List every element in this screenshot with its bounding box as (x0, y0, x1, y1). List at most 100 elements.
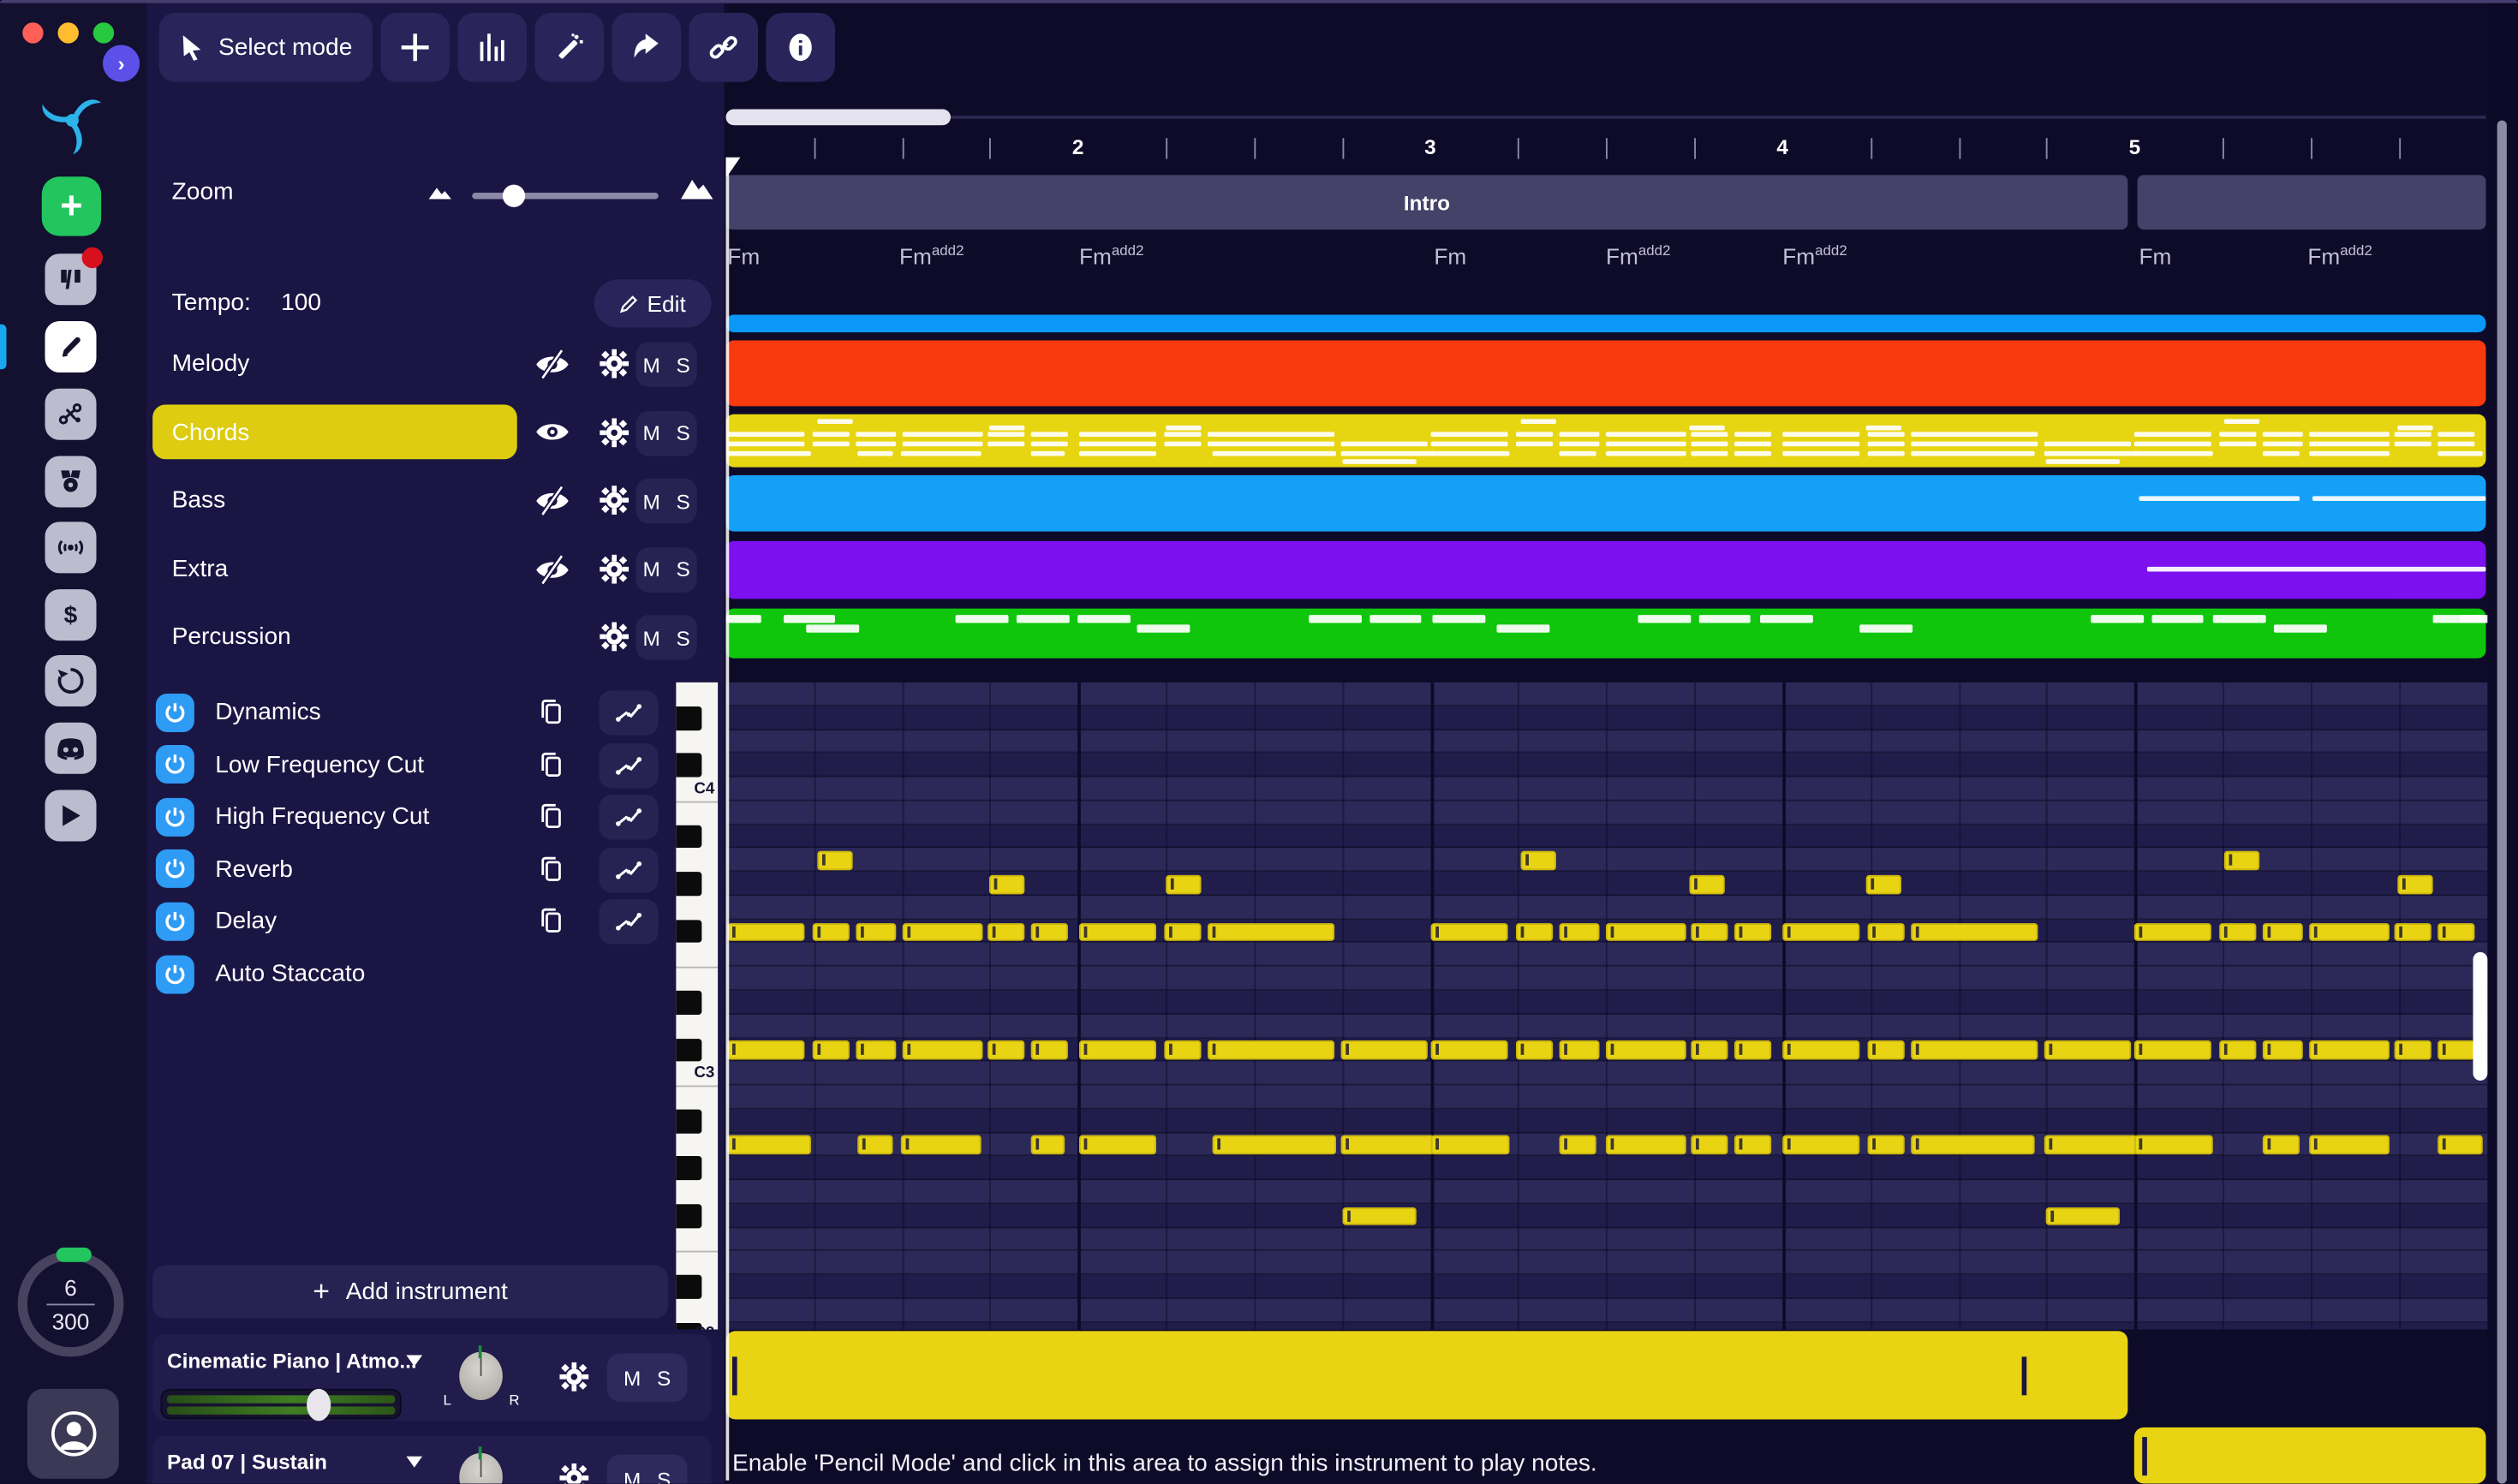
piano-roll-note[interactable] (1164, 922, 1202, 941)
piano-roll-note[interactable] (1212, 1135, 1336, 1155)
instrument-region-1[interactable] (725, 1331, 2128, 1420)
eye-off-icon[interactable] (534, 554, 570, 584)
black-key[interactable] (676, 1109, 702, 1134)
piano-roll-note[interactable] (1430, 922, 1508, 941)
piano-roll-note[interactable] (1208, 922, 1335, 941)
piano-roll-grid[interactable] (725, 682, 2488, 1330)
horizontal-scrollbar-track[interactable] (951, 116, 2486, 119)
effect-power-toggle[interactable] (155, 796, 194, 836)
piano-roll-note[interactable] (1734, 1135, 1772, 1155)
piano-roll-note[interactable] (2394, 1040, 2431, 1060)
rail-item-dollar[interactable]: $ (45, 589, 97, 641)
effect-automation-button[interactable] (599, 795, 659, 840)
piano-roll-note[interactable] (2044, 1135, 2138, 1155)
pan-knob[interactable] (459, 1345, 503, 1400)
black-key[interactable] (676, 1275, 702, 1299)
link-button[interactable] (689, 13, 759, 82)
effect-power-toggle[interactable] (155, 745, 194, 784)
piano-roll-note[interactable] (1782, 922, 1860, 941)
piano-roll-note[interactable] (1030, 922, 1068, 941)
volume-slider[interactable] (160, 1388, 402, 1421)
instrument-select[interactable]: Cinematic Piano | Atmo... (167, 1349, 417, 1373)
black-key[interactable] (676, 753, 702, 778)
info-button[interactable] (767, 13, 836, 82)
piano-roll-note[interactable] (1606, 1040, 1686, 1060)
piano-roll-note[interactable] (1865, 874, 1901, 894)
piano-roll-note[interactable] (1734, 922, 1772, 941)
copy-icon[interactable] (540, 907, 564, 934)
piano-roll-note[interactable] (2223, 851, 2260, 870)
rail-item-piano-keys[interactable] (45, 247, 103, 306)
piano-roll-note[interactable] (1559, 1135, 1596, 1155)
close-window-button[interactable] (22, 22, 44, 44)
track-row-melody[interactable]: Melody M S (152, 329, 718, 398)
piano-roll-note[interactable] (1867, 1040, 1905, 1060)
levels-button[interactable] (458, 13, 528, 82)
black-key[interactable] (676, 1038, 702, 1062)
rail-item-medal[interactable] (45, 456, 97, 508)
solo-button[interactable]: S (657, 1366, 671, 1390)
gear-icon[interactable] (559, 1362, 590, 1392)
piano-roll-note[interactable] (2437, 1135, 2483, 1155)
share-button[interactable] (612, 13, 682, 82)
rail-item-pencil[interactable] (45, 321, 97, 372)
track-row-bass[interactable]: Bass M S (152, 466, 718, 535)
melody-region[interactable] (725, 340, 2486, 407)
piano-roll-note[interactable] (1342, 1207, 1417, 1226)
black-key[interactable] (676, 1156, 702, 1181)
copy-icon[interactable] (540, 855, 564, 882)
piano-roll-note[interactable] (1340, 1040, 1428, 1060)
piano-roll-note[interactable] (812, 922, 850, 941)
piano-roll-note[interactable] (1782, 1040, 1860, 1060)
solo-button[interactable]: S (677, 489, 690, 513)
tempo-value[interactable]: 100 (281, 289, 321, 317)
piano-roll-note[interactable] (2394, 922, 2431, 941)
piano-roll-note[interactable] (2437, 1040, 2475, 1060)
piano-roll-note[interactable] (2045, 1207, 2120, 1226)
piano-roll-note[interactable] (2133, 1040, 2211, 1060)
horizontal-scrollbar-thumb[interactable] (725, 109, 951, 126)
piano-roll-note[interactable] (902, 922, 983, 941)
piano-roll-note[interactable] (727, 1040, 805, 1060)
volume-thumb[interactable] (307, 1388, 331, 1421)
rail-item-history[interactable] (45, 655, 97, 706)
piano-roll-note[interactable] (2133, 922, 2211, 941)
piano-roll-note[interactable] (1911, 922, 2038, 941)
piano-roll-note[interactable] (856, 1040, 897, 1060)
piano-roll-note[interactable] (1606, 922, 1686, 941)
mute-button[interactable]: M (642, 353, 659, 377)
window-scrollbar[interactable] (2497, 120, 2507, 1484)
eye-off-icon[interactable] (534, 486, 570, 516)
zoom-in-mountain-icon[interactable] (679, 175, 714, 200)
gear-icon[interactable] (559, 1463, 590, 1484)
piano-roll-note[interactable] (1030, 1040, 1068, 1060)
instrument-region-2[interactable] (2133, 1427, 2486, 1484)
bass-region[interactable] (725, 475, 2486, 532)
mute-button[interactable]: M (642, 625, 659, 649)
piano-roll-note[interactable] (1691, 1040, 1728, 1060)
effect-power-toggle[interactable] (155, 693, 194, 732)
piano-roll-note[interactable] (727, 1135, 811, 1155)
vertical-scrollbar-thumb[interactable] (2473, 951, 2488, 1081)
eye-on-icon[interactable] (534, 418, 570, 444)
piano-roll-note[interactable] (1867, 1135, 1905, 1155)
effect-automation-button[interactable] (599, 899, 659, 945)
zoom-slider-track[interactable] (472, 193, 659, 200)
piano-roll-note[interactable] (1520, 851, 1556, 870)
effect-automation-button[interactable] (599, 690, 659, 736)
piano-roll-note[interactable] (988, 1040, 1025, 1060)
section-intro[interactable]: Intro (725, 175, 2128, 230)
profile-button[interactable] (27, 1388, 119, 1479)
piano-keyboard[interactable]: C4 C3 C2 (676, 682, 719, 1330)
copy-icon[interactable] (540, 699, 564, 726)
pan-knob[interactable] (459, 1446, 503, 1484)
piano-roll-note[interactable] (727, 922, 805, 941)
gear-icon[interactable] (599, 417, 630, 448)
caret-down-icon[interactable] (406, 1456, 423, 1468)
caret-down-icon[interactable] (406, 1355, 423, 1367)
melody-overview-strip[interactable] (725, 314, 2486, 333)
track-row-extra[interactable]: Extra M S (152, 533, 718, 603)
piano-roll-note[interactable] (1734, 1040, 1772, 1060)
piano-roll-note[interactable] (1430, 1135, 1510, 1155)
rail-item-discord[interactable] (45, 722, 97, 774)
